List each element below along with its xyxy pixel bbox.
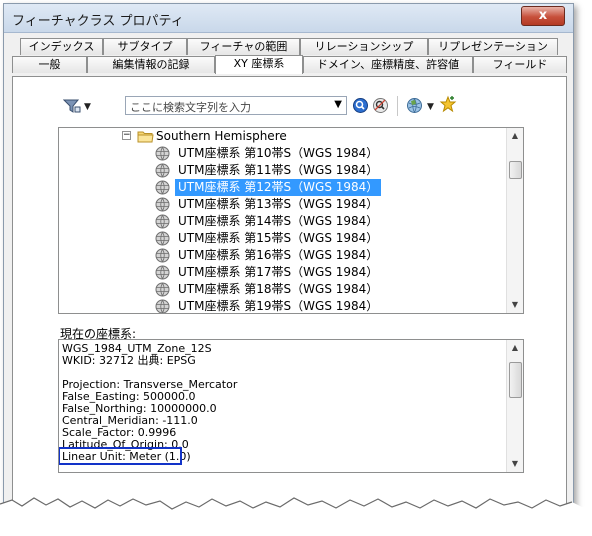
tab-representations[interactable]: リプレゼンテーション — [428, 38, 558, 55]
tab-subtypes[interactable]: サブタイプ — [103, 38, 187, 55]
details-scroll-up-icon[interactable]: ▲ — [507, 340, 523, 356]
search-placeholder: ここに検索文字列を入力 — [130, 101, 251, 114]
clear-search-icon[interactable] — [372, 97, 389, 117]
tree-folder-label: Southern Hemisphere — [156, 129, 287, 143]
details-scrollbar[interactable]: ▲ ▼ — [506, 340, 523, 472]
close-button[interactable]: x — [521, 6, 565, 26]
tree-item-label: UTM座標系 第16帯S（WGS 1984） — [178, 248, 379, 262]
tab-domain-resolution-tolerance[interactable]: ドメイン、座標精度、許容値 — [303, 56, 473, 73]
tree-item[interactable]: UTM座標系 第12帯S（WGS 1984） — [59, 179, 509, 196]
tree-item[interactable]: UTM座標系 第15帯S（WGS 1984） — [59, 230, 509, 247]
filter-icon[interactable] — [62, 98, 81, 117]
search-input[interactable]: ここに検索文字列を入力 ▼ — [125, 96, 347, 115]
tree-item-label: UTM座標系 第18帯S（WGS 1984） — [178, 282, 379, 296]
tree-folder-row[interactable]: − Southern Hemisphere — [59, 128, 509, 145]
tab-xy-coordinate-system[interactable]: XY 座標系 — [215, 55, 303, 74]
coordinate-system-tree[interactable]: − Southern Hemisphere UTM座標系 第10帯S（WGS 1… — [58, 127, 524, 314]
tree-item-label: UTM座標系 第10帯S（WGS 1984） — [178, 146, 379, 160]
tree-item-label: UTM座標系 第12帯S（WGS 1984） — [175, 179, 382, 196]
coordinate-system-details[interactable]: WGS_1984_UTM_Zone_12S WKID: 32712 出典: EP… — [58, 339, 524, 473]
tree-item[interactable]: UTM座標系 第18帯S（WGS 1984） — [59, 281, 509, 298]
details-scroll-thumb[interactable] — [509, 362, 522, 398]
globe-dropdown-arrow-icon[interactable]: ▼ — [427, 102, 434, 112]
tab-general[interactable]: 一般 — [12, 56, 87, 73]
torn-edge — [0, 497, 592, 536]
tree-item-label: UTM座標系 第19帯S（WGS 1984） — [178, 299, 379, 313]
tree-item-label: UTM座標系 第13帯S（WGS 1984） — [178, 197, 379, 211]
tree-item[interactable]: UTM座標系 第13帯S（WGS 1984） — [59, 196, 509, 213]
scroll-up-icon[interactable]: ▲ — [507, 128, 523, 144]
scroll-down-icon[interactable]: ▼ — [507, 297, 523, 313]
tab-fields[interactable]: フィールド — [473, 56, 567, 73]
tab-editor-tracking[interactable]: 編集情報の記録 — [87, 56, 215, 73]
tree-item[interactable]: UTM座標系 第10帯S（WGS 1984） — [59, 145, 509, 162]
search-icon[interactable] — [352, 97, 369, 117]
favorite-star-icon[interactable] — [439, 95, 457, 116]
tab-panel: ▼ ここに検索文字列を入力 ▼ ▼ − Southern Hemisphere … — [12, 76, 567, 534]
tree-item[interactable]: UTM座標系 第16帯S（WGS 1984） — [59, 247, 509, 264]
detail-wkid: WKID: 32712 出典: EPSG — [62, 354, 196, 367]
tab-relationships[interactable]: リレーションシップ — [300, 38, 428, 55]
tree-item[interactable]: UTM座標系 第14帯S（WGS 1984） — [59, 213, 509, 230]
toolbar-separator — [397, 96, 398, 116]
collapse-icon[interactable]: − — [122, 131, 131, 140]
details-scroll-down-icon[interactable]: ▼ — [507, 456, 523, 472]
tree-scrollbar[interactable]: ▲ ▼ — [506, 128, 523, 313]
tree-scroll-thumb[interactable] — [509, 161, 522, 179]
dialog-window: フィーチャクラス プロパティ x インデックス サブタイプ フィーチャの範囲 リ… — [3, 3, 574, 534]
tree-item[interactable]: UTM座標系 第17帯S（WGS 1984） — [59, 264, 509, 281]
tab-indexes[interactable]: インデックス — [20, 38, 103, 55]
tab-feature-extent[interactable]: フィーチャの範囲 — [187, 38, 300, 55]
tree-item-label: UTM座標系 第14帯S（WGS 1984） — [178, 214, 379, 228]
globe-icon — [155, 299, 170, 313]
search-dropdown-arrow-icon[interactable]: ▼ — [334, 99, 342, 110]
globe-add-icon[interactable] — [406, 97, 423, 117]
title-bar: フィーチャクラス プロパティ x — [4, 4, 573, 33]
tree-item[interactable]: UTM座標系 第19帯S（WGS 1984） — [59, 298, 509, 313]
linear-unit-highlight — [59, 447, 182, 465]
tree-item[interactable]: UTM座標系 第11帯S（WGS 1984） — [59, 162, 509, 179]
tree-item-label: UTM座標系 第17帯S（WGS 1984） — [178, 265, 379, 279]
filter-dropdown-arrow-icon[interactable]: ▼ — [84, 102, 91, 112]
tree-item-label: UTM座標系 第15帯S（WGS 1984） — [178, 231, 379, 245]
tree-item-label: UTM座標系 第11帯S（WGS 1984） — [178, 163, 379, 177]
window-title: フィーチャクラス プロパティ — [12, 14, 184, 29]
